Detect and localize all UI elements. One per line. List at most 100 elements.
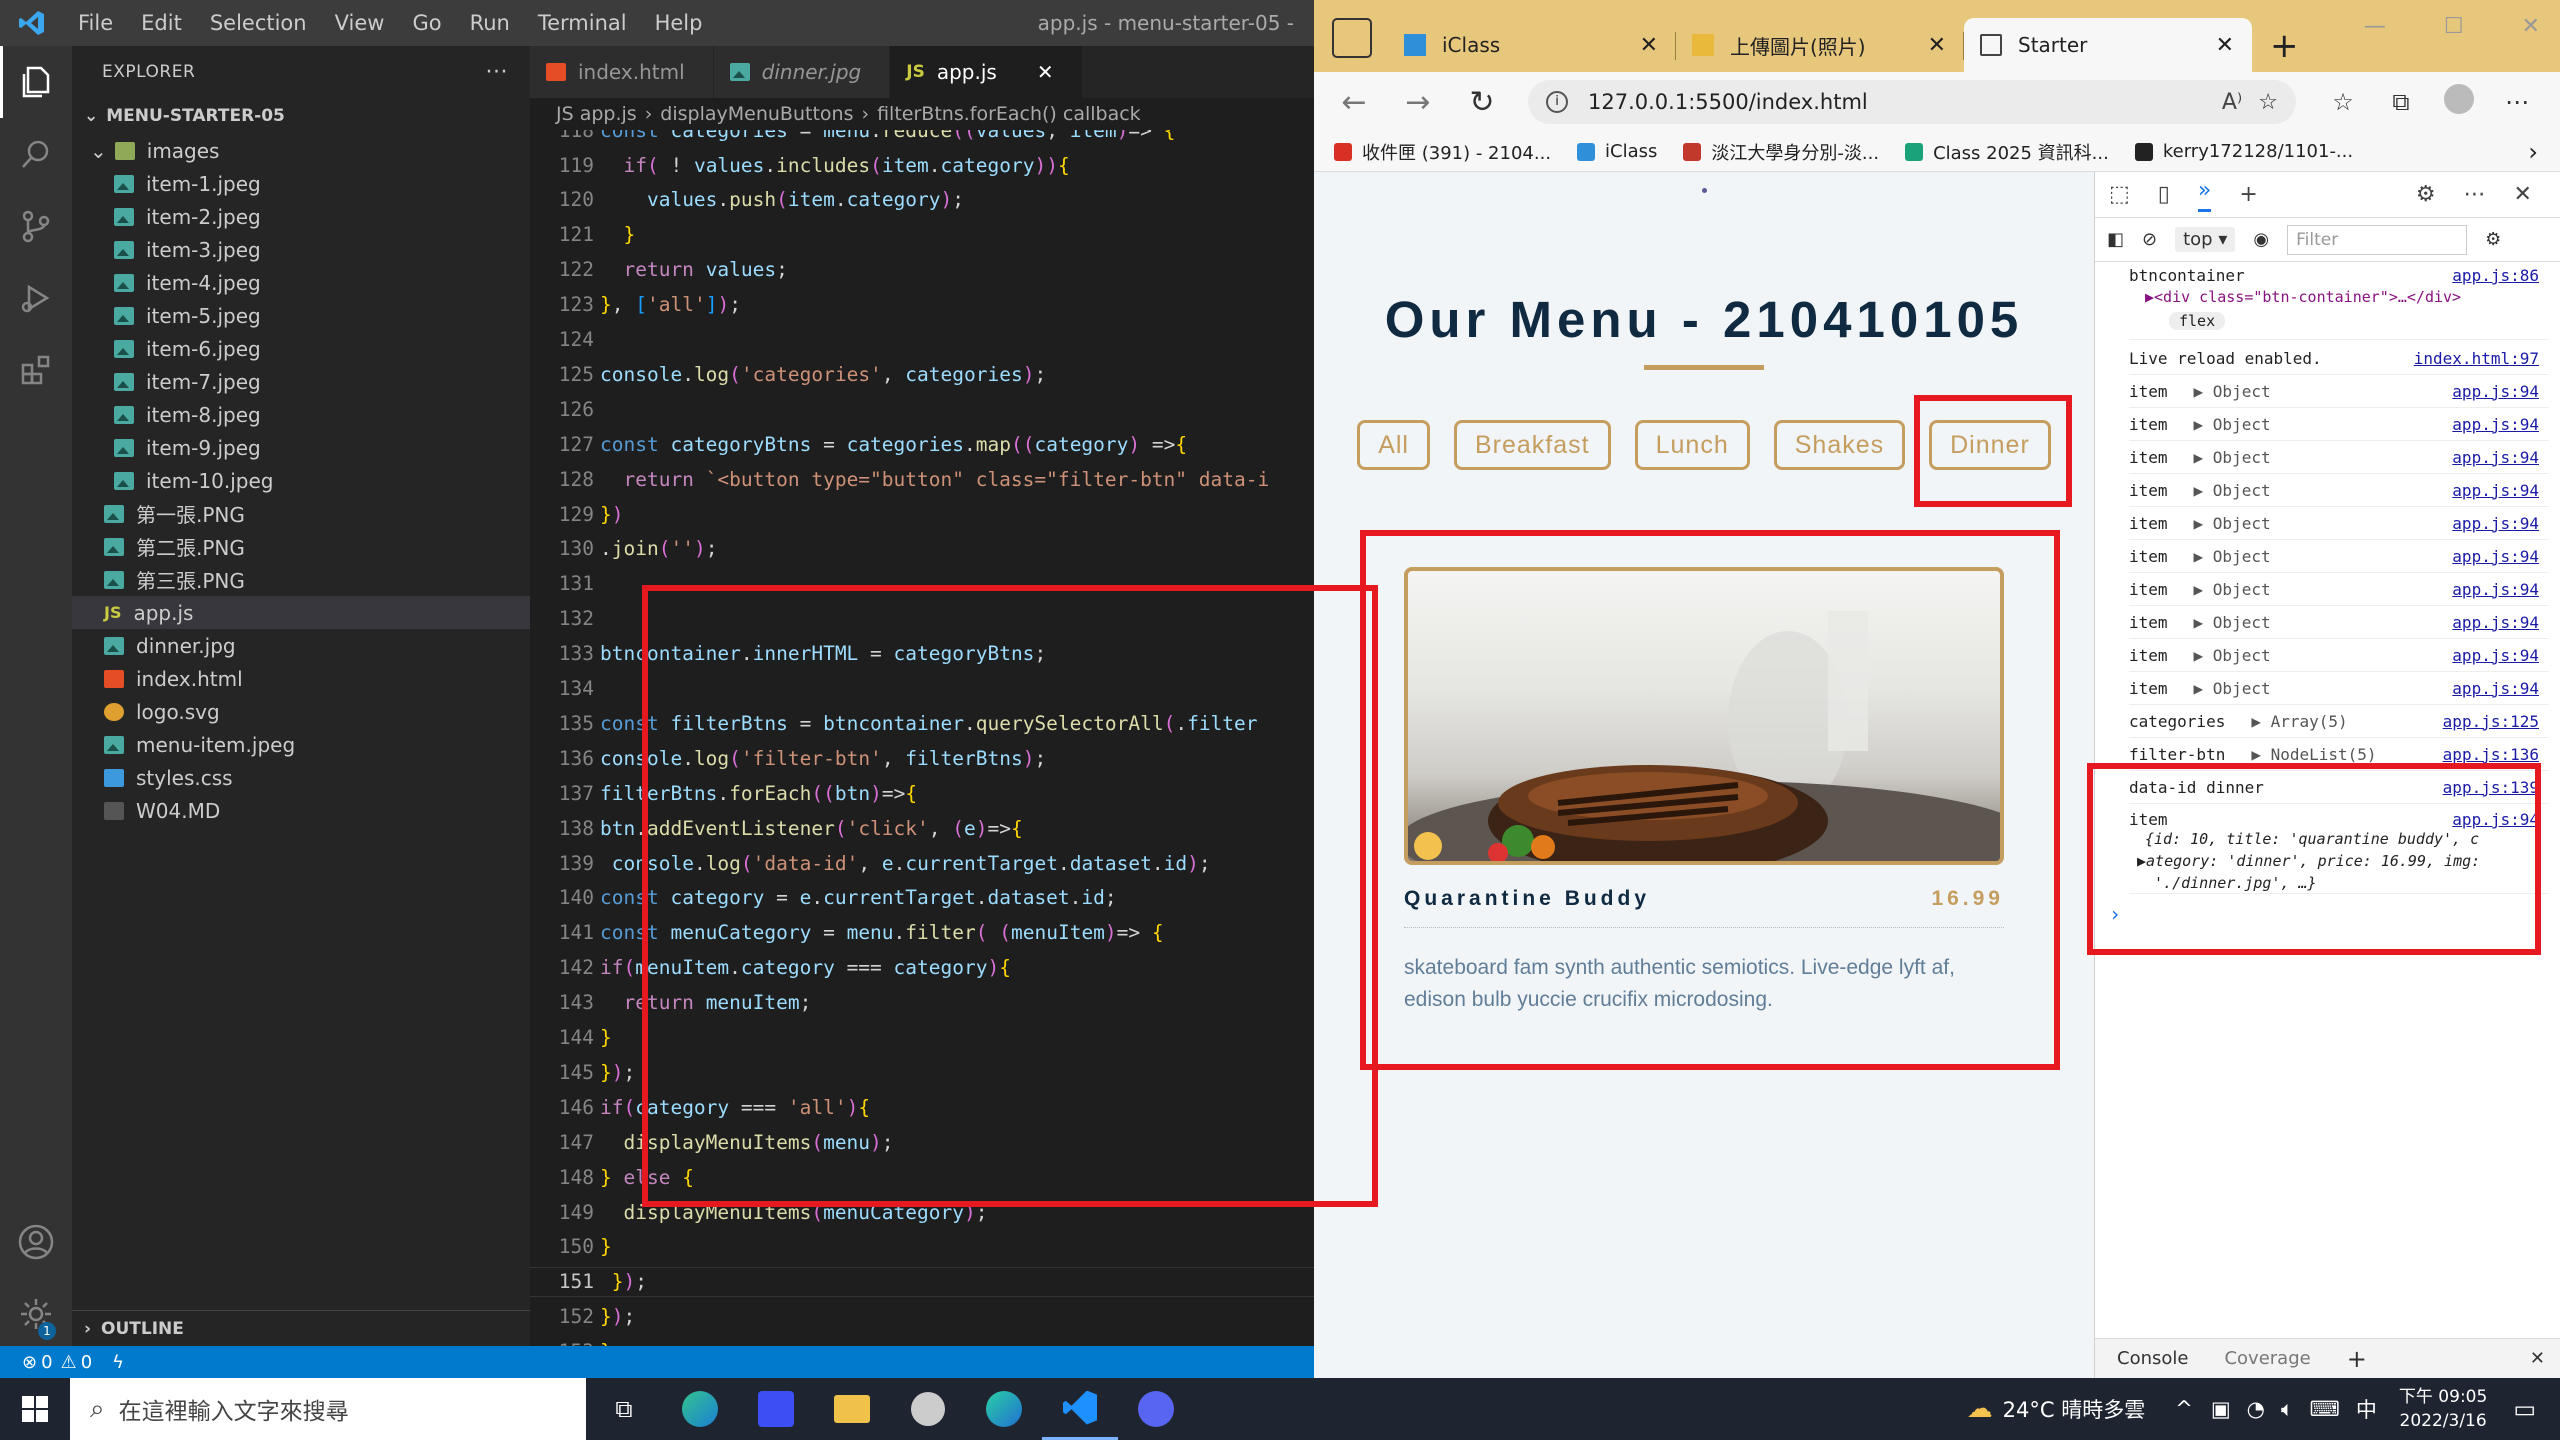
code-line[interactable]: 130 .join('');: [530, 535, 1314, 563]
new-tab-icon[interactable]: +: [2270, 26, 2299, 66]
tray-chevron-up-icon[interactable]: ^: [2175, 1397, 2193, 1421]
filter-btn-breakfast[interactable]: Breakfast: [1454, 420, 1611, 470]
flex-badge[interactable]: flex: [2169, 312, 2226, 330]
tree-item[interactable]: item-5.jpeg: [72, 299, 530, 332]
breadcrumb-item[interactable]: filterBtns.forEach() callback: [877, 103, 1141, 125]
app-icon-blue[interactable]: [738, 1378, 814, 1440]
console-message[interactable]: item ▶ Object app.js:94: [2129, 672, 2549, 705]
code-line[interactable]: 118 const categories = menu.reduce((value…: [530, 130, 1314, 144]
console-source-link[interactable]: app.js:86: [2452, 266, 2539, 285]
collections-icon[interactable]: ⧉: [2372, 88, 2430, 116]
tree-item[interactable]: item-2.jpeg: [72, 200, 530, 233]
breadcrumb-item[interactable]: displayMenuButtons: [660, 103, 853, 125]
console-message[interactable]: btncontainer app.js:86 ▶<div class="btn-co…: [2129, 262, 2549, 340]
browser-tab[interactable]: iClass ✕: [1388, 18, 1676, 72]
tree-item[interactable]: item-7.jpeg: [72, 365, 530, 398]
code-line[interactable]: 152});: [530, 1303, 1314, 1331]
console-source-link[interactable]: app.js:94: [2452, 679, 2539, 698]
taskbar-search[interactable]: ⌕ 在這裡輸入文字來搜尋: [70, 1378, 586, 1440]
close-tab-icon[interactable]: ✕: [2216, 33, 2234, 58]
code-line[interactable]: 120 values.push(item.category);: [530, 186, 1314, 214]
edge-dev-icon[interactable]: [966, 1378, 1042, 1440]
keyboard-icon[interactable]: ⌨: [2310, 1397, 2340, 1421]
address-bar[interactable]: i 127.0.0.1:5500/index.html A⁾ ☆: [1528, 80, 2296, 124]
add-panel-icon[interactable]: +: [2239, 182, 2257, 207]
console-message[interactable]: categories ▶ Array(5) app.js:125: [2129, 705, 2549, 738]
vscode-taskbar-icon[interactable]: [1042, 1378, 1118, 1440]
manage-gear-icon[interactable]: 1: [0, 1278, 72, 1350]
code-line[interactable]: 129}): [530, 500, 1314, 528]
weather-icon[interactable]: ☁: [1967, 1394, 1993, 1424]
tree-item[interactable]: styles.css: [72, 761, 530, 794]
project-section[interactable]: ⌄ MENU-STARTER-05: [72, 98, 530, 134]
console-message[interactable]: item ▶ Object app.js:94: [2129, 408, 2549, 441]
explorer-icon[interactable]: [0, 46, 72, 118]
drawer-tab-console[interactable]: Console: [2117, 1348, 2188, 1369]
tree-item[interactable]: ⌄ images: [72, 134, 530, 167]
console-source-link[interactable]: app.js:94: [2452, 448, 2539, 467]
console-source-link[interactable]: app.js:94: [2452, 613, 2539, 632]
menu-item-help[interactable]: Help: [641, 11, 717, 35]
tree-item[interactable]: item-10.jpeg: [72, 464, 530, 497]
code-line[interactable]: 126: [530, 395, 1314, 423]
code-line[interactable]: 127 const categoryBtns = categories.map((…: [530, 430, 1314, 458]
drawer-close-icon[interactable]: ✕: [2530, 1348, 2545, 1369]
device-toolbar-icon[interactable]: ▯: [2158, 182, 2170, 207]
console-message[interactable]: item ▶ Object app.js:94: [2129, 507, 2549, 540]
minimize-icon[interactable]: —: [2364, 14, 2386, 39]
console-object-expander[interactable]: ▶ NodeList(5): [2251, 745, 2376, 764]
read-aloud-icon[interactable]: A⁾: [2222, 90, 2242, 115]
live-expression-eye-icon[interactable]: ◉: [2253, 229, 2269, 250]
browser-tab[interactable]: 上傳圖片(照片) ✕: [1676, 18, 1964, 72]
network-icon[interactable]: ◔: [2247, 1397, 2265, 1421]
more-tools-icon[interactable]: »: [2197, 178, 2212, 212]
code-line[interactable]: 121 }: [530, 221, 1314, 249]
tree-item[interactable]: JS app.js: [72, 596, 530, 629]
tree-item[interactable]: item-6.jpeg: [72, 332, 530, 365]
outline-section[interactable]: › OUTLINE: [72, 1310, 530, 1346]
tree-item[interactable]: 第二張.PNG: [72, 530, 530, 563]
menu-item-terminal[interactable]: Terminal: [524, 11, 641, 35]
window-close-icon[interactable]: ✕: [2522, 14, 2540, 39]
more-actions-icon[interactable]: ···: [486, 60, 508, 85]
forward-arrow-icon[interactable]: →: [1386, 85, 1450, 120]
ime-indicator[interactable]: 中: [2356, 1394, 2377, 1424]
tab-actions-icon[interactable]: [1332, 18, 1372, 58]
console-message[interactable]: Live reload enabled. index.html:97: [2129, 342, 2549, 375]
tree-item[interactable]: W04.MD: [72, 794, 530, 827]
console-object-expander[interactable]: ▶ Object: [2194, 679, 2271, 698]
settings-more-icon[interactable]: ⋯: [2488, 88, 2546, 116]
maximize-icon[interactable]: ☐: [2444, 14, 2464, 39]
console-message[interactable]: item ▶ Object app.js:94: [2129, 540, 2549, 573]
console-message[interactable]: item ▶ Object app.js:94: [2129, 474, 2549, 507]
info-icon[interactable]: i: [1546, 91, 1568, 113]
discord-icon[interactable]: [1118, 1378, 1194, 1440]
code-line[interactable]: 151 });: [530, 1266, 1314, 1298]
code-line[interactable]: 124: [530, 325, 1314, 353]
search-icon[interactable]: [0, 118, 72, 190]
context-selector[interactable]: top ▾: [2175, 227, 2236, 252]
console-source-link[interactable]: app.js:94: [2452, 481, 2539, 500]
browser-tab[interactable]: Starter ✕: [1964, 18, 2252, 72]
console-message[interactable]: item ▶ Object app.js:94: [2129, 606, 2549, 639]
breadcrumb-item[interactable]: JS app.js: [556, 103, 637, 125]
btncontainer-node[interactable]: ▶<div class="btn-container">…</div>: [2145, 288, 2461, 306]
back-arrow-icon[interactable]: ←: [1322, 85, 1386, 120]
filter-btn-all[interactable]: All: [1357, 420, 1430, 470]
console-source-link[interactable]: app.js:136: [2443, 745, 2539, 764]
favorites-overflow-chevron-icon[interactable]: ›: [2528, 138, 2538, 166]
tree-item[interactable]: logo.svg: [72, 695, 530, 728]
console-object-expander[interactable]: ▶ Object: [2194, 646, 2271, 665]
favorite-link[interactable]: kerry172128/1101-...: [2134, 141, 2353, 162]
code-line[interactable]: 125 console.log('categories', categories)…: [530, 360, 1314, 388]
console-source-link[interactable]: app.js:94: [2452, 547, 2539, 566]
weather-text[interactable]: 24°C 晴時多雲: [2003, 1394, 2146, 1424]
menu-item-selection[interactable]: Selection: [196, 11, 321, 35]
tree-item[interactable]: dinner.jpg: [72, 629, 530, 662]
console-source-link[interactable]: app.js:94: [2452, 646, 2539, 665]
favorite-link[interactable]: iClass: [1577, 141, 1657, 162]
console-object-expander[interactable]: ▶ Object: [2194, 547, 2271, 566]
filter-btn-lunch[interactable]: Lunch: [1634, 420, 1750, 470]
tree-item[interactable]: index.html: [72, 662, 530, 695]
favorite-link[interactable]: 淡江大學身分別-淡...: [1683, 139, 1879, 165]
